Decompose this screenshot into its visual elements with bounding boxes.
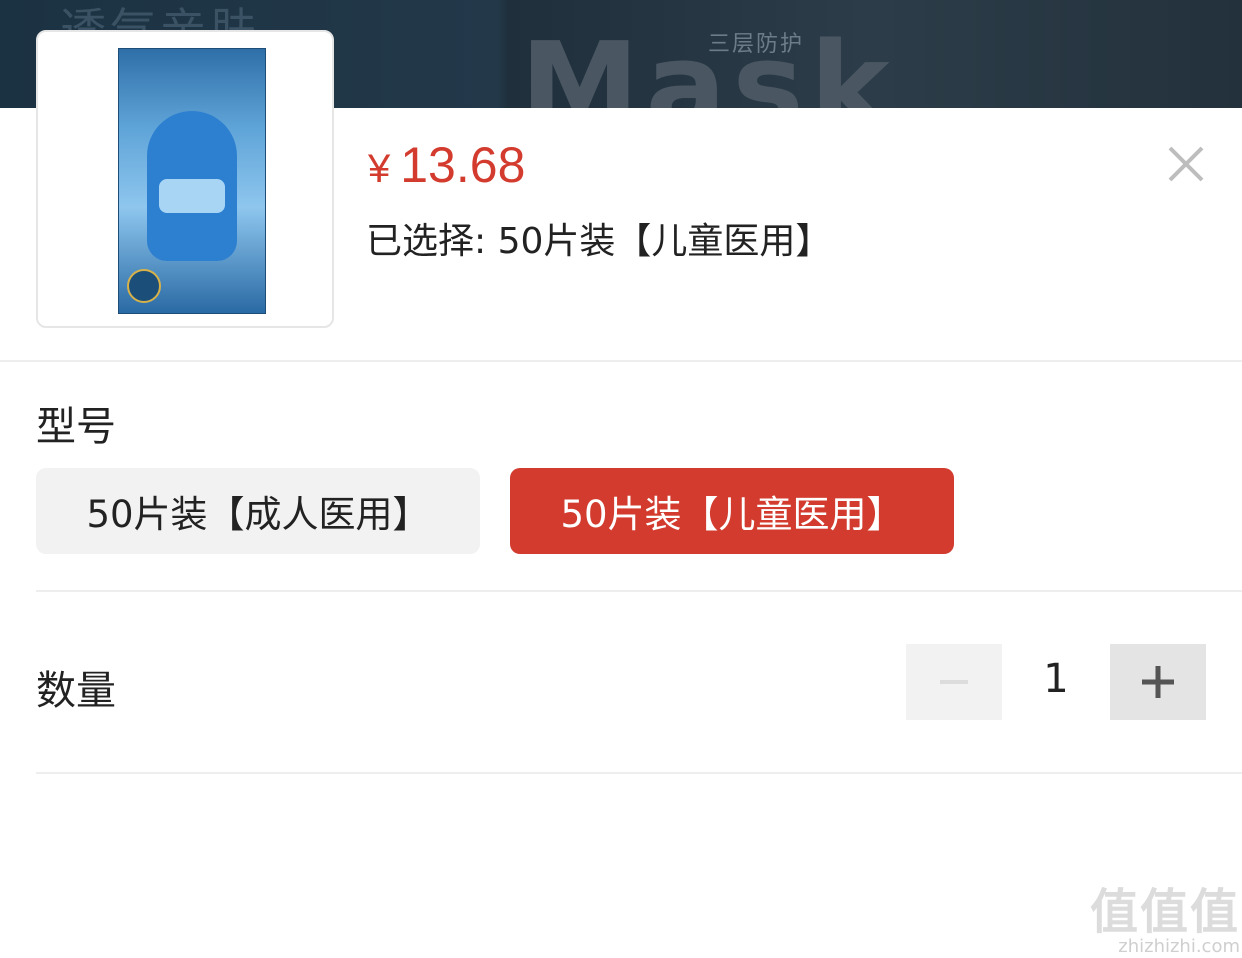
model-label: 型号 (36, 404, 116, 450)
option-adult-medical[interactable]: 50片装【成人医用】 (36, 468, 480, 554)
plus-icon (1142, 666, 1174, 698)
quantity-badge-icon (127, 269, 161, 303)
currency-symbol: ¥ (368, 147, 391, 191)
quantity-divider (36, 772, 1242, 774)
price-value: 13.68 (400, 137, 526, 193)
option-label: 50片装【成人医用】 (86, 493, 430, 536)
option-label: 50片装【儿童医用】 (560, 493, 904, 536)
banner-subtitle: 三层防护 (708, 32, 805, 57)
mascot-mask (159, 179, 225, 213)
mask-package-image (118, 48, 266, 314)
product-thumbnail[interactable] (36, 30, 334, 328)
quantity-value[interactable]: 1 (1018, 656, 1094, 702)
decrement-button[interactable] (906, 644, 1002, 720)
model-divider (36, 590, 1242, 592)
header-divider (0, 360, 1242, 362)
selected-variant-text: 已选择: 50片装【儿童医用】 (366, 221, 832, 262)
site-watermark: 值值值 zhizhizhi.com (1090, 872, 1240, 957)
close-button[interactable] (1160, 138, 1212, 190)
sku-selector-sheet: ¥13.68 已选择: 50片装【儿童医用】 型号 50片装【成人医用】 50片… (0, 30, 1242, 958)
watermark-logo: 值值值 (1090, 884, 1241, 940)
option-child-medical[interactable]: 50片装【儿童医用】 (510, 468, 954, 554)
quantity-label: 数量 (36, 668, 116, 714)
increment-button[interactable] (1110, 644, 1206, 720)
product-price: ¥13.68 (368, 136, 525, 194)
close-icon (1168, 146, 1204, 182)
minus-icon (940, 680, 968, 684)
